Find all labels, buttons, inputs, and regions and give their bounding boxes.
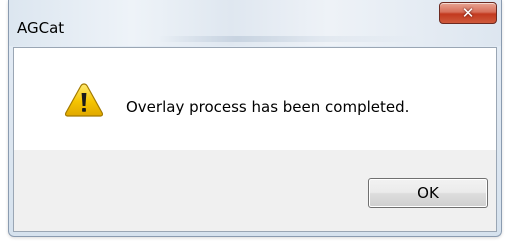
ok-button[interactable]: OK <box>368 178 488 208</box>
screen: AGCat ✕ Overlay process has been complet… <box>0 0 508 242</box>
message-dialog: AGCat ✕ Overlay process has been complet… <box>8 0 502 237</box>
window-title: AGCat <box>17 19 65 37</box>
dialog-body: Overlay process has been completed. OK <box>13 47 497 232</box>
message-text: Overlay process has been completed. <box>126 98 410 116</box>
ok-button-label: OK <box>417 184 439 202</box>
close-button[interactable]: ✕ <box>439 2 497 24</box>
close-icon: ✕ <box>461 4 475 22</box>
message-area: Overlay process has been completed. <box>14 48 496 150</box>
warning-icon <box>64 83 104 117</box>
title-bar[interactable]: AGCat ✕ <box>9 0 501 46</box>
